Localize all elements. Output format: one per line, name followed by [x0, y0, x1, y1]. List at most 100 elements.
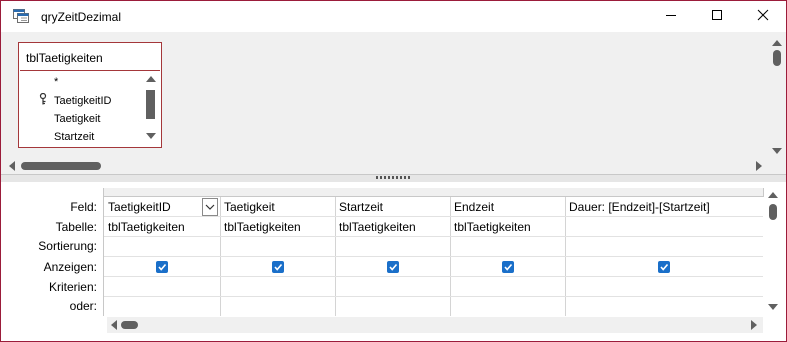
row-label-sortierung: Sortierung: [38, 239, 97, 253]
field-value: Startzeit [339, 200, 384, 214]
grid-column: Endzeit tblTaetigkeiten [450, 197, 566, 316]
query-icon [13, 9, 29, 23]
show-checkbox[interactable] [658, 261, 670, 273]
field-value: Dauer: [Endzeit]-[Startzeit] [569, 200, 710, 214]
design-vertical-scrollbar[interactable] [769, 32, 785, 174]
field-cell[interactable]: Dauer: [Endzeit]-[Startzeit] [565, 197, 763, 217]
show-cell[interactable] [565, 257, 763, 277]
grid-column: Dauer: [Endzeit]-[Startzeit] [565, 197, 763, 316]
table-value: tblTaetigkeiten [108, 220, 185, 234]
table-field-list[interactable]: tblTaetigkeiten * TaetigkeitID Taetigkei… [18, 42, 162, 148]
or-cell[interactable] [220, 297, 335, 317]
show-checkbox[interactable] [156, 261, 168, 273]
checkmark-icon [504, 263, 513, 271]
or-cell[interactable] [450, 297, 565, 317]
scroll-right-icon[interactable] [751, 320, 757, 330]
grid-horizontal-scrollbar[interactable] [107, 317, 763, 333]
show-checkbox[interactable] [387, 261, 399, 273]
show-cell[interactable] [450, 257, 565, 277]
or-cell[interactable] [565, 297, 763, 317]
field-cell[interactable]: Taetigkeit [220, 197, 335, 217]
scroll-thumb[interactable] [773, 50, 781, 66]
query-window: qryZeitDezimal tblTaetigkeiten * Taetigk… [0, 0, 787, 342]
scroll-thumb[interactable] [21, 162, 101, 170]
column-selector[interactable] [335, 188, 451, 197]
table-field-list-title[interactable]: tblTaetigkeiten [20, 44, 160, 71]
field-cell[interactable]: Endzeit [450, 197, 565, 217]
show-checkbox[interactable] [272, 261, 284, 273]
table-cell[interactable]: tblTaetigkeiten [450, 217, 565, 237]
table-value: tblTaetigkeiten [224, 220, 301, 234]
show-checkbox[interactable] [502, 261, 514, 273]
scroll-down-icon[interactable] [146, 133, 156, 139]
sort-cell[interactable] [104, 237, 220, 257]
sort-cell[interactable] [335, 237, 450, 257]
field-dropdown-button[interactable] [202, 198, 218, 216]
field-list-item[interactable]: TaetigkeitID [54, 95, 111, 107]
checkmark-icon [158, 263, 167, 271]
close-icon [757, 9, 769, 24]
scroll-right-icon[interactable] [756, 161, 762, 171]
criteria-cell[interactable] [565, 277, 763, 297]
row-label-anzeigen: Anzeigen: [43, 260, 97, 274]
grid-column: Startzeit tblTaetigkeiten [335, 197, 451, 316]
splitter-grip[interactable] [376, 176, 412, 179]
scroll-down-icon[interactable] [772, 148, 782, 154]
field-list-scrollbar[interactable] [144, 73, 158, 145]
scroll-thumb[interactable] [121, 321, 138, 329]
row-label-oder: oder: [69, 299, 97, 313]
sort-cell[interactable] [220, 237, 335, 257]
table-cell[interactable]: tblTaetigkeiten [220, 217, 335, 237]
query-design-grid: TaetigkeitID tblTaetigkeiten Taetigkeit … [103, 188, 764, 316]
field-value: Taetigkeit [224, 200, 275, 214]
column-selector[interactable] [565, 188, 764, 197]
or-cell[interactable] [335, 297, 450, 317]
criteria-cell[interactable] [104, 277, 220, 297]
scroll-thumb[interactable] [146, 90, 155, 119]
show-cell[interactable] [104, 257, 220, 277]
field-cell[interactable]: TaetigkeitID [104, 197, 220, 217]
grid-column: Taetigkeit tblTaetigkeiten [220, 197, 336, 316]
checkmark-icon [274, 263, 283, 271]
show-cell[interactable] [335, 257, 450, 277]
minimize-button[interactable] [648, 1, 694, 32]
table-cell[interactable]: tblTaetigkeiten [335, 217, 450, 237]
maximize-icon [711, 9, 723, 24]
field-list-item[interactable]: Taetigkeit [54, 113, 100, 125]
primary-key-icon [39, 92, 47, 105]
chevron-down-icon [205, 204, 215, 210]
table-design-area[interactable]: tblTaetigkeiten * TaetigkeitID Taetigkei… [1, 32, 786, 174]
show-cell[interactable] [220, 257, 335, 277]
field-value: Endzeit [454, 200, 495, 214]
scroll-thumb[interactable] [769, 204, 777, 220]
criteria-cell[interactable] [450, 277, 565, 297]
criteria-cell[interactable] [335, 277, 450, 297]
sort-cell[interactable] [565, 237, 763, 257]
maximize-button[interactable] [694, 1, 740, 32]
scroll-up-icon[interactable] [772, 40, 782, 46]
scroll-up-icon[interactable] [768, 192, 778, 198]
sort-cell[interactable] [450, 237, 565, 257]
close-button[interactable] [740, 1, 786, 32]
design-horizontal-scrollbar[interactable] [1, 158, 769, 174]
minimize-icon [665, 9, 677, 24]
scroll-down-icon[interactable] [768, 304, 778, 310]
checkmark-icon [660, 263, 669, 271]
scroll-left-icon[interactable] [9, 161, 15, 171]
column-selector[interactable] [104, 188, 221, 197]
field-cell[interactable]: Startzeit [335, 197, 450, 217]
criteria-cell[interactable] [220, 277, 335, 297]
column-selector[interactable] [450, 188, 566, 197]
grid-vertical-scrollbar[interactable] [765, 188, 781, 316]
table-cell[interactable] [565, 217, 763, 237]
scroll-up-icon[interactable] [146, 76, 156, 82]
table-value: tblTaetigkeiten [454, 220, 531, 234]
or-cell[interactable] [104, 297, 220, 317]
window-title: qryZeitDezimal [41, 10, 122, 24]
column-selector[interactable] [220, 188, 336, 197]
field-list-item[interactable]: Startzeit [54, 131, 94, 143]
scroll-left-icon[interactable] [111, 320, 117, 330]
field-list-item[interactable]: * [54, 76, 58, 88]
row-label-tabelle: Tabelle: [55, 220, 97, 234]
table-cell[interactable]: tblTaetigkeiten [104, 217, 220, 237]
